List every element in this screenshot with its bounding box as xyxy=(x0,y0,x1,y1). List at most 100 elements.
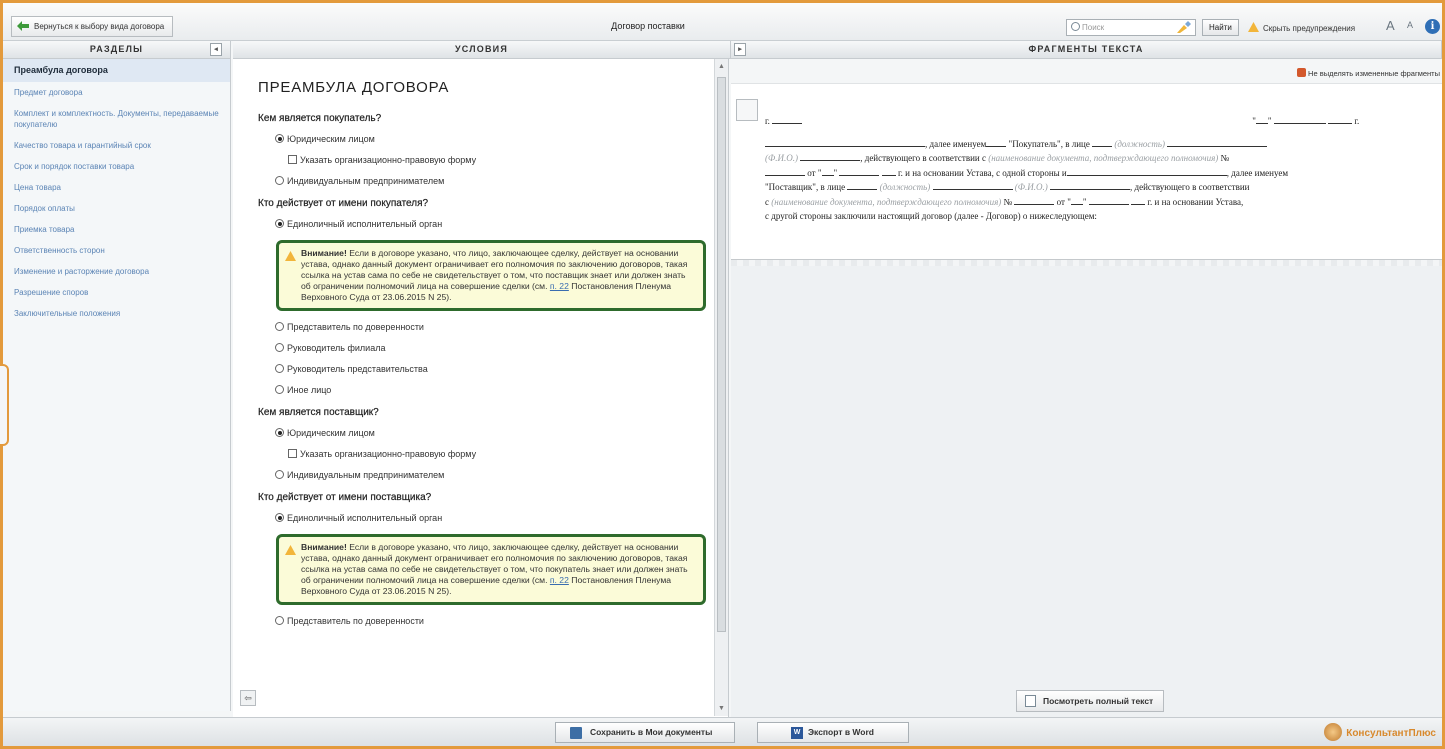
find-button[interactable]: Найти xyxy=(1202,19,1239,36)
option-label: Представитель по доверенности xyxy=(287,322,424,332)
text-g: г. xyxy=(765,116,770,126)
font-decrease-icon[interactable]: A xyxy=(1407,20,1413,30)
warning-icon xyxy=(285,545,296,555)
text-quote: " xyxy=(1267,116,1272,126)
radio-icon xyxy=(275,322,284,331)
font-increase-icon[interactable]: A xyxy=(1386,18,1395,33)
radio-icon xyxy=(275,176,284,185)
supplier-legal-entity-radio[interactable]: Юридическим лицом xyxy=(275,428,708,438)
option-label: Указать организационно-правовую форму xyxy=(300,155,477,165)
hide-warnings-button[interactable]: Скрыть предупреждения xyxy=(1248,22,1355,33)
text-fragment: от xyxy=(1056,196,1065,207)
option-label: Единоличный исполнительный орган xyxy=(287,513,443,523)
option-label: Индивидуальным предпринимателем xyxy=(287,176,445,186)
scroll-up-icon[interactable]: ▲ xyxy=(717,62,726,71)
text-fragment: , действующего в соответствии xyxy=(1130,182,1250,192)
buyer-entrepreneur-radio[interactable]: Индивидуальным предпринимателем xyxy=(275,176,708,186)
warning-link[interactable]: п. 22 xyxy=(550,281,569,291)
section-item-delivery[interactable]: Срок и порядок поставки товара xyxy=(3,156,230,177)
placeholder-position: (должность) xyxy=(1114,138,1166,149)
fragments-header-label: ФРАГМЕНТЫ ТЕКСТА xyxy=(1028,44,1144,54)
buyer-executive-radio[interactable]: Единоличный исполнительный орган xyxy=(275,219,708,229)
section-item-disputes[interactable]: Разрешение споров xyxy=(3,282,230,303)
brand-name: КонсультантПлюс xyxy=(1346,728,1436,739)
text-fragment: "Покупатель", в лице xyxy=(1008,138,1090,149)
option-label: Представитель по доверенности xyxy=(287,616,424,626)
scrollbar-thumb[interactable] xyxy=(717,77,726,632)
back-to-contract-types-button[interactable]: Вернуться к выбору вида договора xyxy=(11,16,174,37)
collapse-fragments-button[interactable]: ▸ xyxy=(734,43,746,56)
conditions-header: УСЛОВИЯ xyxy=(233,41,731,59)
radio-icon xyxy=(275,616,284,625)
text-fragment: от xyxy=(807,167,816,178)
search-placeholder: Поиск xyxy=(1082,23,1105,32)
placeholder-position: (должность) xyxy=(879,182,931,192)
text-line: с другой стороны заключили настоящий дог… xyxy=(765,209,1441,224)
save-label: Сохранить в Мои документы xyxy=(590,727,713,737)
text-fragment: с xyxy=(765,196,769,207)
section-item-price[interactable]: Цена товара xyxy=(3,177,230,198)
conditions-scrollbar[interactable]: ▲ ▼ xyxy=(714,59,728,716)
view-full-text-button[interactable]: Посмотреть полный текст xyxy=(1016,690,1165,712)
option-label: Индивидуальным предпринимателем xyxy=(287,470,445,480)
section-item-payment[interactable]: Порядок оплаты xyxy=(3,198,230,219)
no-highlight-toggle[interactable]: Не выделять измененные фрагменты xyxy=(1297,68,1440,78)
text-line: , далее именуем "Покупатель", в лице (до… xyxy=(765,137,1441,152)
buyer-legal-form-checkbox[interactable]: Указать организационно-правовую форму xyxy=(288,155,708,165)
export-to-word-button[interactable]: W Экспорт в Word xyxy=(757,722,909,743)
section-item-liability[interactable]: Ответственность сторон xyxy=(3,240,230,261)
warning-link[interactable]: п. 22 xyxy=(550,575,569,585)
section-item-completeness[interactable]: Комплект и комплектность. Документы, пер… xyxy=(3,103,230,135)
warning-icon xyxy=(285,251,296,261)
top-toolbar: Вернуться к выбору вида договора Договор… xyxy=(3,3,1442,41)
search-icon xyxy=(1071,22,1080,31)
back-arrow-button[interactable]: ⇦ xyxy=(240,690,256,706)
radio-icon xyxy=(275,470,284,479)
radio-selected-icon xyxy=(275,134,284,143)
text-g: г. xyxy=(1354,116,1360,126)
collapse-sections-button[interactable]: ◂ xyxy=(210,43,222,56)
question-buyer-representative: Кто действует от имени покупателя? xyxy=(258,198,429,209)
checkbox-icon xyxy=(288,155,297,164)
document-page-icon[interactable] xyxy=(736,99,758,121)
text-fragment: , действующего в соответствии с xyxy=(860,153,986,163)
radio-icon xyxy=(275,343,284,352)
buyer-proxy-radio[interactable]: Представитель по доверенности xyxy=(275,322,708,332)
text-fragment: г. и на основании Устава, xyxy=(1147,196,1244,207)
section-item-acceptance[interactable]: Приемка товара xyxy=(3,219,230,240)
document-icon xyxy=(1025,695,1036,707)
checkbox-icon xyxy=(288,449,297,458)
supplier-legal-form-checkbox[interactable]: Указать организационно-правовую форму xyxy=(288,449,708,459)
fragments-empty-area xyxy=(731,266,1442,717)
info-icon[interactable]: i xyxy=(1425,19,1440,34)
placeholder-fio: (Ф.И.О.) xyxy=(1014,182,1048,192)
sections-header: РАЗДЕЛЫ ◂ xyxy=(3,41,231,59)
text-fragment: , далее именуем xyxy=(1226,167,1289,178)
section-item-subject[interactable]: Предмет договора xyxy=(3,82,230,103)
back-arrow-icon xyxy=(17,21,29,31)
section-item-termination[interactable]: Изменение и расторжение договора xyxy=(3,261,230,282)
question-buyer-type: Кем является покупатель? xyxy=(258,113,382,124)
scroll-down-icon[interactable]: ▼ xyxy=(717,704,726,713)
supplier-executive-radio[interactable]: Единоличный исполнительный орган xyxy=(275,513,708,523)
option-label: Юридическим лицом xyxy=(287,134,375,144)
clear-brush-icon[interactable] xyxy=(1175,21,1191,34)
section-item-quality[interactable]: Качество товара и гарантийный срок xyxy=(3,135,230,156)
buyer-office-head-radio[interactable]: Руководитель представительства xyxy=(275,364,708,374)
section-item-final[interactable]: Заключительные положения xyxy=(3,303,230,324)
supplier-entrepreneur-radio[interactable]: Индивидуальным предпринимателем xyxy=(275,470,708,480)
supplier-proxy-radio[interactable]: Представитель по доверенности xyxy=(275,616,708,626)
text-fragment: , далее именуем xyxy=(925,138,987,149)
pane-resize-handle[interactable] xyxy=(0,364,9,446)
radio-selected-icon xyxy=(275,219,284,228)
section-item-preamble[interactable]: Преамбула договора xyxy=(3,59,230,82)
buyer-legal-entity-radio[interactable]: Юридическим лицом xyxy=(275,134,708,144)
text-line: г. " " г. xyxy=(765,114,1441,129)
text-line: "Поставщик", в лице (должность) (Ф.И.О.)… xyxy=(765,180,1441,195)
buyer-branch-head-radio[interactable]: Руководитель филиала xyxy=(275,343,708,353)
back-button-label: Вернуться к выбору вида договора xyxy=(34,22,165,31)
warning-title: Внимание! xyxy=(301,542,347,552)
buyer-other-radio[interactable]: Иное лицо xyxy=(275,385,708,395)
save-to-my-documents-button[interactable]: Сохранить в Мои документы xyxy=(555,722,735,743)
